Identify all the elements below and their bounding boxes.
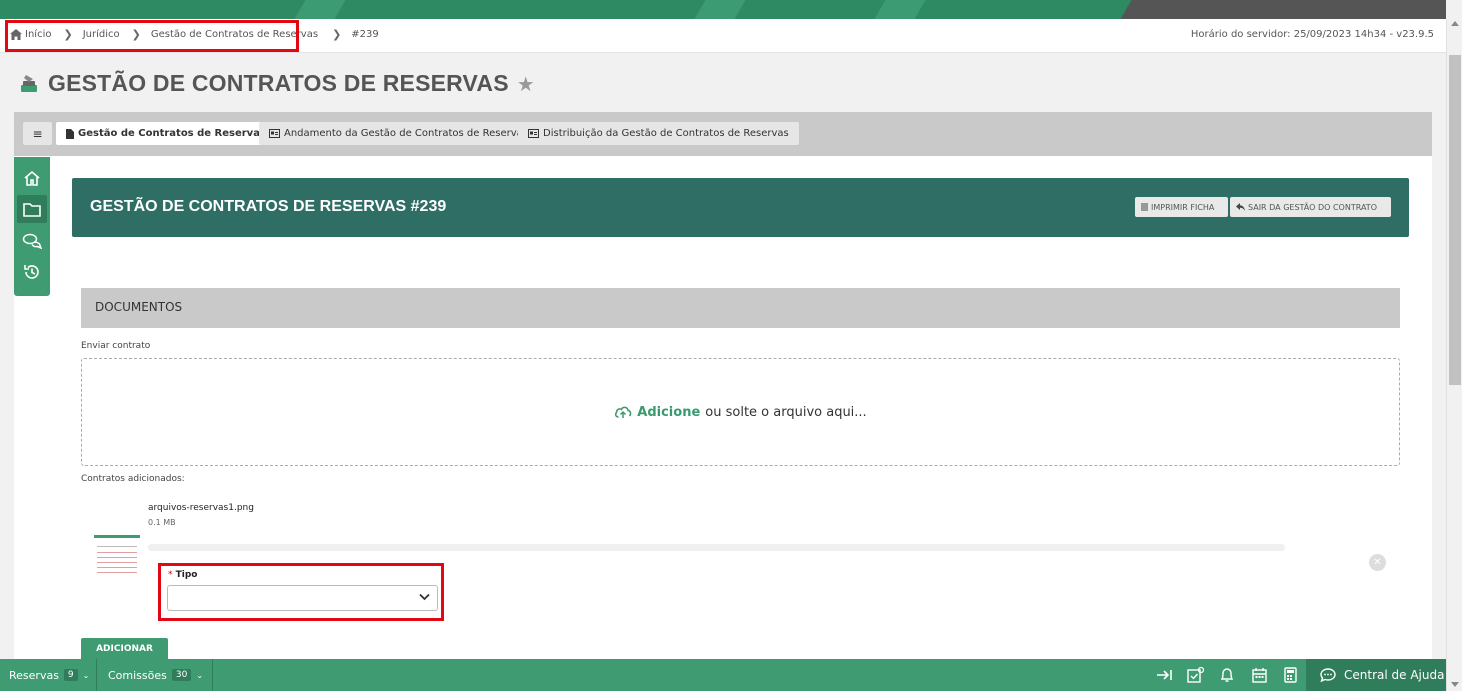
file-dropzone[interactable]: Adicione ou solte o arquivo aqui... [81, 358, 1400, 466]
comissoes-widget[interactable]: Comissões 30 ⌄ [108, 659, 203, 691]
calendar-check-icon [1186, 667, 1204, 683]
home-icon [24, 170, 40, 186]
page-title: GESTÃO DE CONTRATOS DE RESERVAS [48, 70, 509, 96]
nav-decoration [694, 0, 746, 19]
notifications-button[interactable] [1218, 666, 1236, 684]
close-icon: ✕ [1373, 557, 1382, 568]
reservas-label: Reservas [9, 668, 59, 682]
history-icon [24, 265, 39, 279]
breadcrumb-item-current: #239 [351, 29, 379, 40]
collapse-panel-button[interactable] [1155, 666, 1173, 684]
side-item-history[interactable] [17, 258, 47, 286]
reply-arrow-icon [1236, 203, 1245, 211]
folder-icon [23, 202, 41, 217]
required-marker: * [168, 570, 173, 580]
thumbnail-line [97, 572, 137, 573]
side-item-chat[interactable] [17, 227, 47, 255]
id-card-icon [528, 129, 539, 138]
side-item-home[interactable] [17, 164, 47, 192]
reservas-count: 9 [63, 669, 78, 681]
reservas-widget[interactable]: Reservas 9 ⌄ [9, 659, 89, 691]
chevron-down-icon: ⌄ [196, 670, 204, 680]
added-contracts-label: Contratos adicionados: [81, 474, 185, 484]
nav-decoration [874, 0, 926, 19]
print-icon [1141, 203, 1148, 211]
documents-title: DOCUMENTOS [95, 300, 183, 314]
tab-label: Distribuição da Gestão de Contratos de R… [543, 128, 789, 139]
comissoes-label: Comissões [108, 668, 167, 682]
bottom-bar: Reservas 9 ⌄ Comissões 30 ⌄ Central de A… [0, 659, 1446, 691]
id-card-icon [269, 129, 280, 138]
tab-label: Andamento da Gestão de Contratos de Rese… [284, 128, 528, 139]
calculator-icon [1283, 667, 1297, 683]
thumbnail-line [97, 557, 137, 558]
thumbnail-line [97, 567, 137, 568]
contract-stack-icon [21, 74, 37, 92]
tab-andamento[interactable]: Andamento da Gestão de Contratos de Rese… [259, 122, 538, 145]
tipo-select[interactable] [167, 585, 438, 611]
tab-label: Gestão de Contratos de Reservas [78, 128, 266, 139]
upload-label: Enviar contrato [81, 341, 151, 351]
tasks-button[interactable] [1186, 666, 1204, 684]
divider [212, 659, 213, 691]
tab-distribuicao[interactable]: Distribuição da Gestão de Contratos de R… [518, 122, 799, 145]
dropzone-hint: ou solte o arquivo aqui... [705, 404, 867, 420]
nav-decoration [294, 0, 346, 19]
exit-contract-button[interactable]: SAIR DA GESTÃO DO CONTRATO [1230, 197, 1391, 217]
menu-icon: ≡ [32, 126, 43, 141]
add-file-link[interactable]: Adicione [637, 405, 700, 420]
vertical-scrollbar[interactable] [1446, 19, 1462, 691]
tab-gestao-contratos[interactable]: Gestão de Contratos de Reservas [56, 122, 276, 145]
scroll-down-arrow-icon[interactable] [1451, 682, 1459, 687]
favorite-star-icon[interactable]: ★ [517, 72, 535, 96]
calendar-icon [1251, 668, 1267, 683]
tipo-label-text: Tipo [175, 570, 198, 580]
server-time: Horário do servidor: 25/09/2023 14h34 - … [1190, 29, 1434, 40]
arrow-to-right-icon [1157, 670, 1172, 680]
thumbnail-line [97, 546, 137, 547]
print-button-label: IMPRIMIR FICHA [1151, 202, 1215, 212]
scrollbar-thumb[interactable] [1449, 55, 1461, 385]
help-center-button[interactable]: Central de Ajuda [1306, 659, 1446, 691]
highlight-breadcrumb [5, 20, 299, 52]
cloud-upload-icon [615, 406, 632, 418]
help-center-label: Central de Ajuda [1344, 668, 1445, 682]
top-navigation-bar [0, 0, 1446, 19]
highlight-tipo-field: * Tipo [158, 563, 444, 621]
documents-section-header: DOCUMENTOS [81, 288, 1400, 328]
comissoes-count: 30 [171, 669, 192, 681]
file-size: 0.1 MB [148, 518, 176, 527]
chevron-down-icon [419, 593, 430, 601]
calculator-button[interactable] [1281, 666, 1299, 684]
scroll-up-arrow-icon[interactable] [1451, 21, 1459, 26]
contract-header: GESTÃO DE CONTRATOS DE RESERVAS #239 IMP… [72, 178, 1409, 237]
thumbnail-line [97, 562, 137, 563]
bell-icon [1220, 668, 1234, 682]
page-header: GESTÃO DE CONTRATOS DE RESERVAS ★ [18, 70, 535, 97]
print-button[interactable]: IMPRIMIR FICHA [1135, 197, 1228, 217]
document-icon [66, 128, 74, 139]
chevron-right-icon: ❯ [332, 28, 342, 41]
remove-file-button[interactable]: ✕ [1369, 554, 1386, 571]
tab-bar: ≡ Gestão de Contratos de Reservas Andame… [14, 112, 1432, 156]
chat-bubble-icon [1320, 668, 1336, 682]
user-area[interactable] [1146, 0, 1446, 19]
chat-icon [22, 233, 42, 249]
thumbnail-line [97, 552, 137, 553]
side-item-folder[interactable] [17, 195, 47, 223]
contract-title: GESTÃO DE CONTRATOS DE RESERVAS #239 [90, 198, 447, 215]
tipo-label: * Tipo [168, 570, 198, 580]
divider [96, 659, 97, 691]
side-menu [14, 157, 50, 296]
hamburger-menu-button[interactable]: ≡ [23, 122, 52, 145]
calendar-button[interactable] [1250, 666, 1268, 684]
chevron-down-icon: ⌄ [82, 670, 90, 680]
upload-progress-bar [148, 544, 1285, 551]
file-thumbnail [94, 535, 140, 583]
exit-button-label: SAIR DA GESTÃO DO CONTRATO [1248, 202, 1377, 212]
file-name: arquivos-reservas1.png [148, 503, 254, 513]
add-document-button[interactable]: ADICIONAR [81, 638, 168, 660]
